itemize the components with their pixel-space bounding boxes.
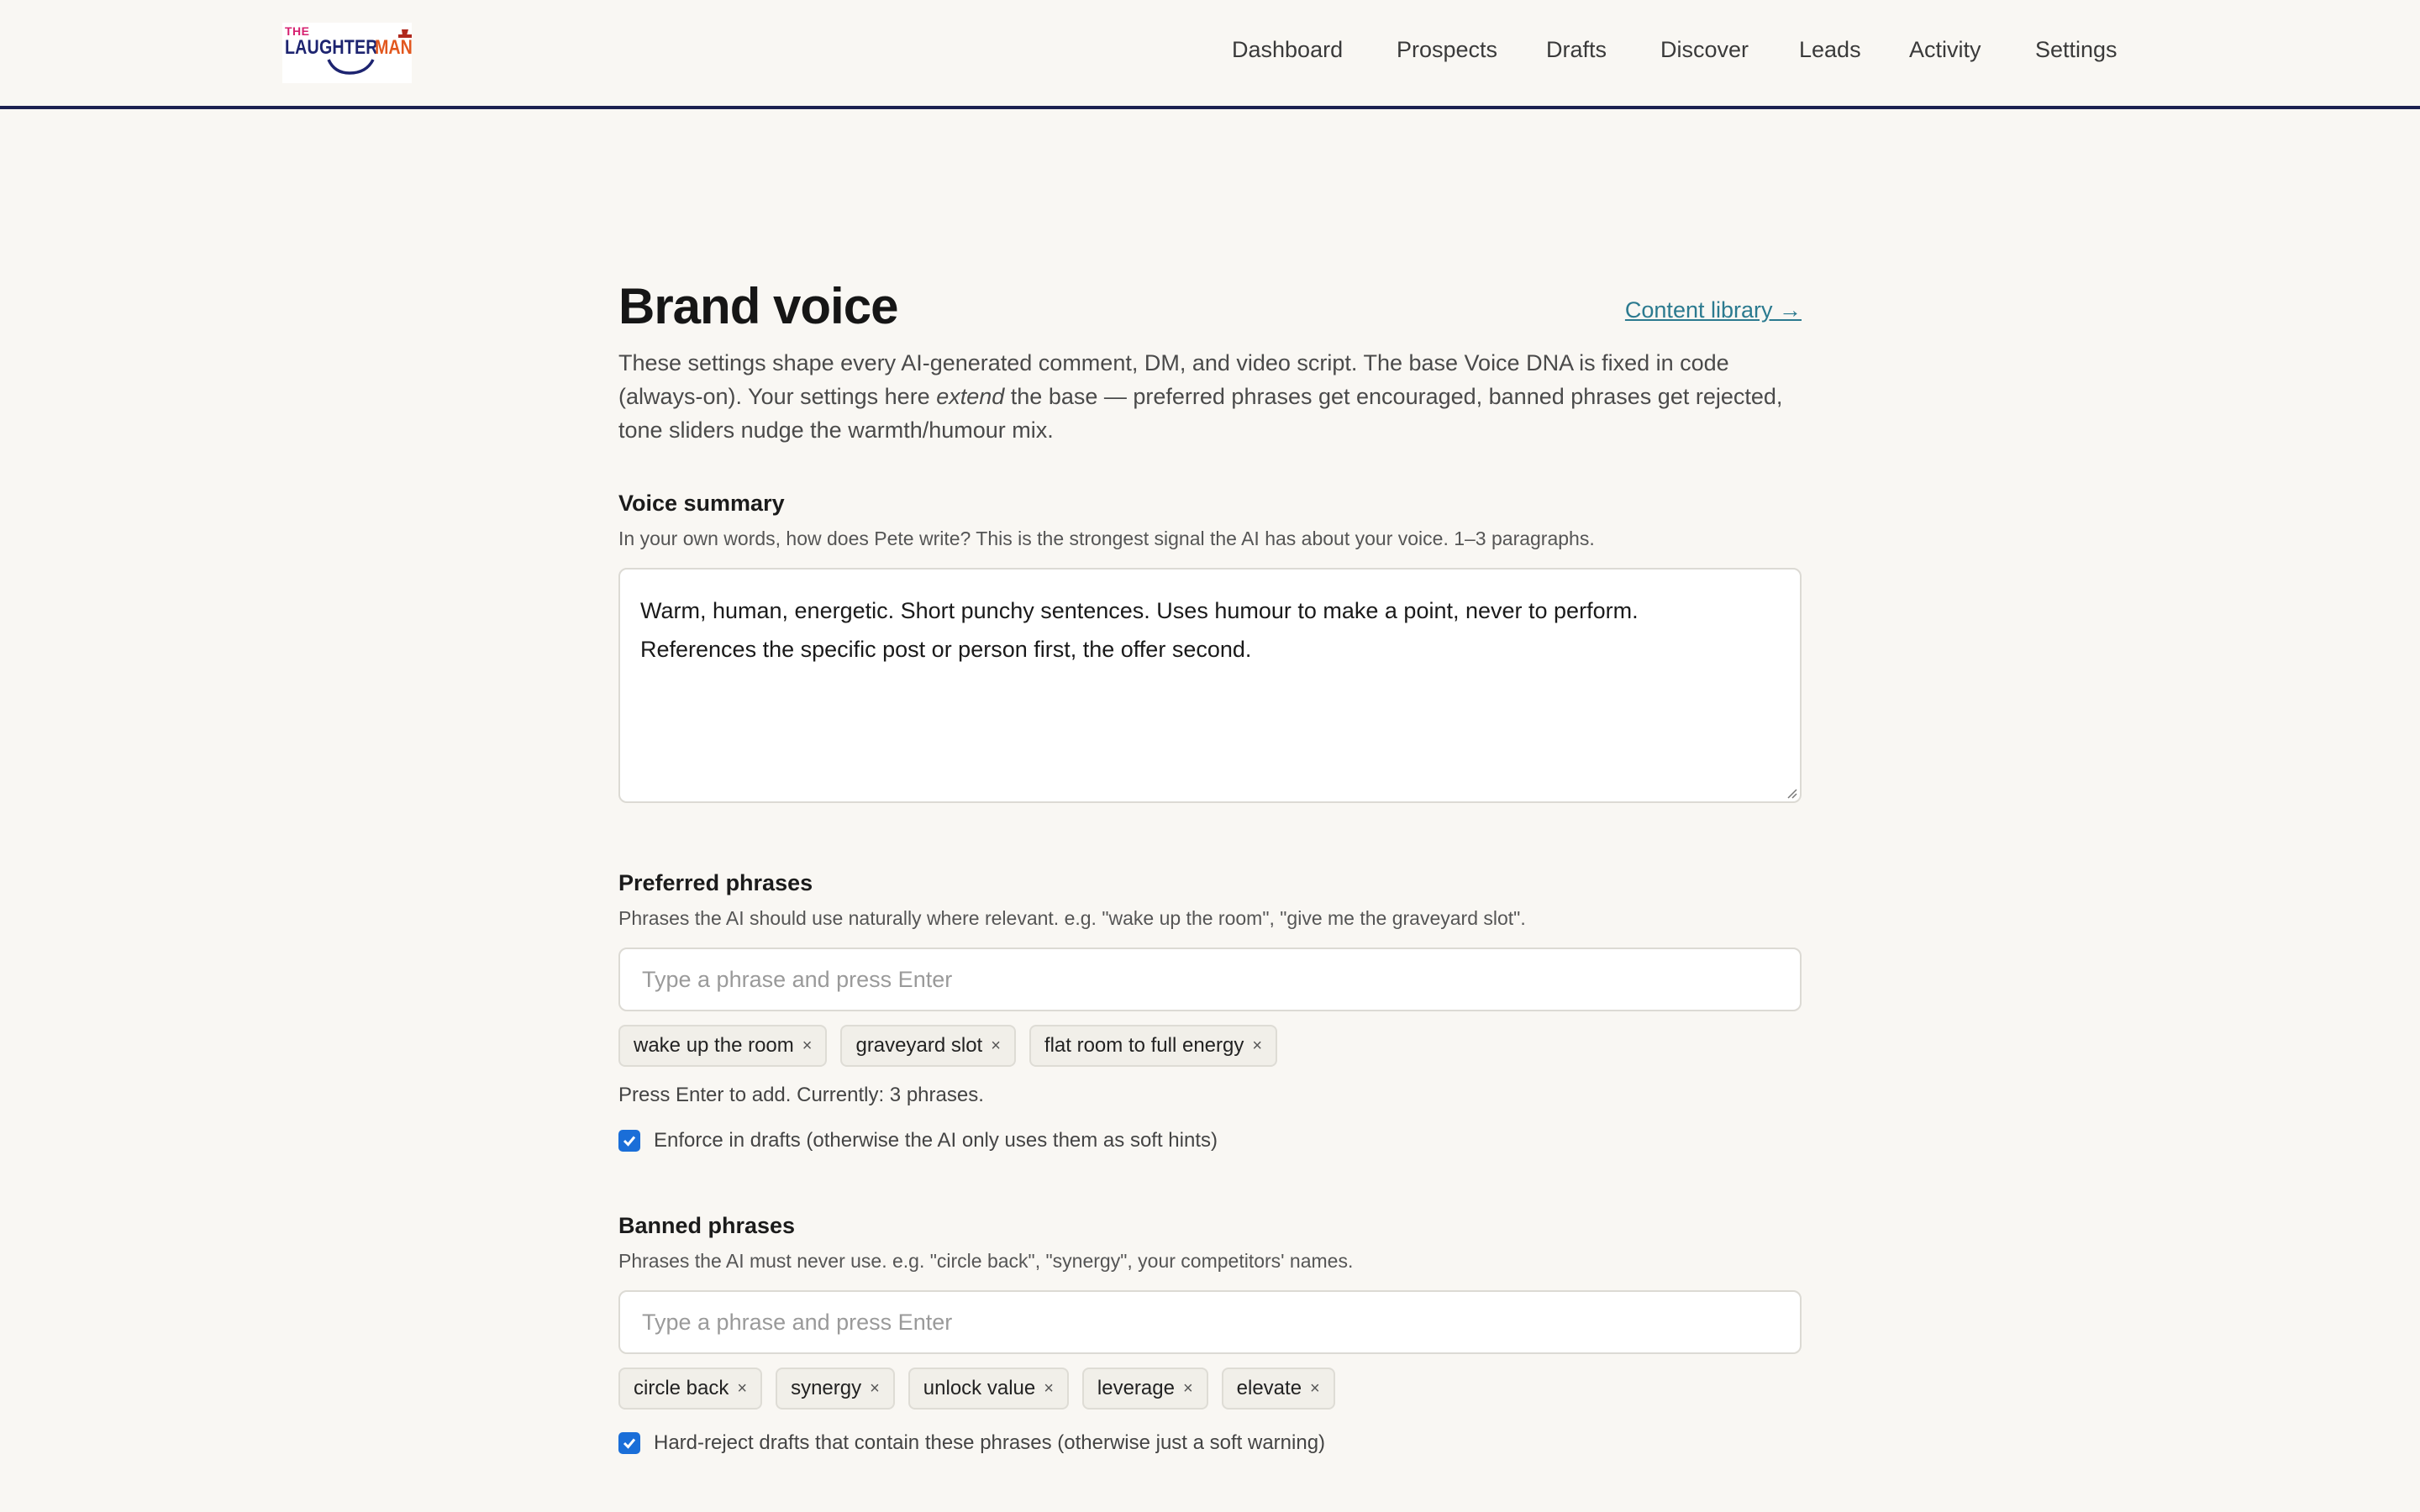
nav-settings[interactable]: Settings — [2035, 37, 2118, 63]
voice-summary-line-1: Warm, human, energetic. Short punchy sen… — [640, 598, 1639, 623]
banned-chip: unlock value × — [908, 1368, 1069, 1410]
hard-reject-checkbox[interactable] — [618, 1432, 640, 1454]
enforce-checkbox[interactable] — [618, 1130, 640, 1152]
page-title: Brand voice — [618, 278, 898, 334]
banned-chip: elevate × — [1221, 1368, 1335, 1410]
voice-summary-label: Voice summary — [618, 491, 785, 516]
remove-chip-icon[interactable]: × — [1252, 1037, 1262, 1056]
chip-label: wake up the room — [634, 1034, 794, 1057]
preferred-count-note: Press Enter to add. Currently: 3 phrases… — [618, 1084, 984, 1106]
checkmark-icon — [623, 1438, 636, 1449]
nav-drafts[interactable]: Drafts — [1546, 37, 1607, 63]
remove-chip-icon[interactable]: × — [870, 1379, 880, 1399]
chip-label: flat room to full energy — [1044, 1034, 1244, 1057]
preferred-chip: graveyard slot × — [840, 1025, 1016, 1067]
preferred-phrases-label: Preferred phrases — [618, 870, 813, 895]
nav-prospects[interactable]: Prospects — [1397, 37, 1497, 63]
banned-chip: leverage × — [1081, 1368, 1208, 1410]
hard-reject-label: Hard-reject drafts that contain these ph… — [654, 1431, 1326, 1454]
preferred-phrases-help: Phrases the AI should use naturally wher… — [618, 907, 1526, 929]
preferred-phrase-chips: wake up the room × graveyard slot × flat… — [618, 1025, 1278, 1067]
banned-chip: synergy × — [776, 1368, 895, 1410]
nav-activity[interactable]: Activity — [1909, 37, 1981, 63]
main-nav: Dashboard Prospects Drafts Discover Lead… — [0, 37, 2420, 71]
remove-chip-icon[interactable]: × — [737, 1379, 747, 1399]
banned-phrase-chips: circle back × synergy × unlock value × l… — [618, 1368, 1335, 1410]
resize-handle-icon[interactable] — [1786, 787, 1797, 799]
banned-phrase-input[interactable] — [618, 1290, 1802, 1354]
nav-discover[interactable]: Discover — [1660, 37, 1749, 63]
chip-label: leverage — [1097, 1377, 1175, 1399]
remove-chip-icon[interactable]: × — [1183, 1379, 1193, 1399]
chip-label: elevate — [1236, 1377, 1302, 1399]
remove-chip-icon[interactable]: × — [802, 1037, 813, 1056]
intro-emphasis: extend — [936, 384, 1005, 409]
remove-chip-icon[interactable]: × — [1044, 1379, 1054, 1399]
preferred-chip: flat room to full energy × — [1028, 1025, 1278, 1067]
chip-label: synergy — [791, 1377, 862, 1399]
banned-phrases-label: Banned phrases — [618, 1213, 796, 1238]
page-intro: These settings shape every AI-generated … — [618, 346, 1802, 447]
enforce-label: Enforce in drafts (otherwise the AI only… — [654, 1129, 1218, 1152]
chip-label: graveyard slot — [855, 1034, 983, 1057]
preferred-chip: wake up the room × — [618, 1025, 828, 1067]
voice-summary-line-2: References the specific post or person f… — [640, 637, 1252, 662]
voice-summary-help: In your own words, how does Pete write? … — [618, 528, 1595, 549]
remove-chip-icon[interactable]: × — [991, 1037, 1001, 1056]
nav-dashboard[interactable]: Dashboard — [1232, 37, 1343, 63]
nav-leads[interactable]: Leads — [1799, 37, 1861, 63]
banned-chip: circle back × — [618, 1368, 763, 1410]
remove-chip-icon[interactable]: × — [1310, 1379, 1320, 1399]
top-navigation-bar: THE LAUGHTER MAN Dashboard Prospects Dra… — [0, 0, 2420, 109]
banned-phrases-help: Phrases the AI must never use. e.g. "cir… — [618, 1250, 1354, 1272]
hard-reject-row[interactable]: Hard-reject drafts that contain these ph… — [618, 1431, 1325, 1455]
chip-label: unlock value — [923, 1377, 1036, 1399]
enforce-in-drafts-row[interactable]: Enforce in drafts (otherwise the AI only… — [618, 1129, 1218, 1152]
chip-label: circle back — [634, 1377, 729, 1399]
voice-summary-textarea[interactable]: Warm, human, energetic. Short punchy sen… — [618, 568, 1802, 803]
content-library-link[interactable]: Content library → — [1625, 297, 1802, 323]
preferred-phrase-input[interactable] — [618, 948, 1802, 1011]
checkmark-icon — [623, 1136, 636, 1147]
